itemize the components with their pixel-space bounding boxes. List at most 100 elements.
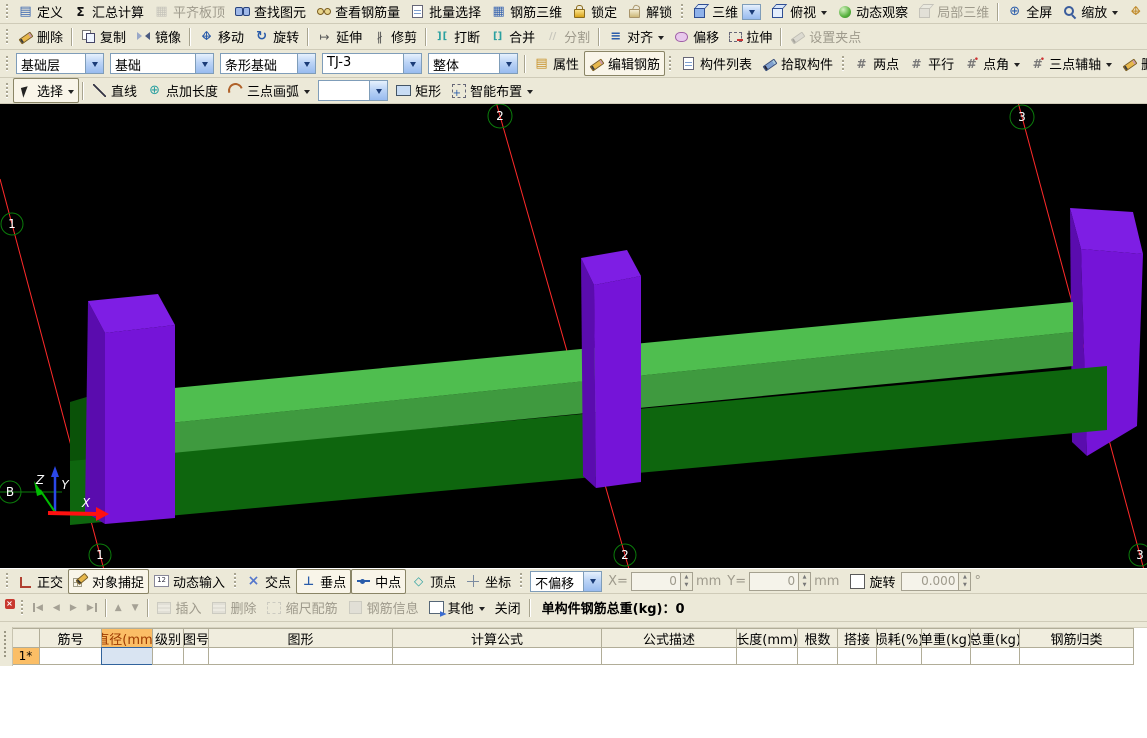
merge-button[interactable]: 合并 xyxy=(485,24,540,49)
x-coordinate-input[interactable]: 0 xyxy=(631,572,681,591)
edit-rebar-button[interactable]: 编辑钢筋 xyxy=(584,51,665,76)
model-viewport[interactable]: Z Y X 1 2 3 B 1 2 3 xyxy=(0,104,1147,568)
delete-button[interactable]: 删除 xyxy=(13,24,68,49)
toolbar-grip[interactable] xyxy=(233,573,238,589)
rotate-angle-input[interactable]: 0.000 xyxy=(901,572,959,591)
dropdown-arrow-button[interactable] xyxy=(742,4,761,20)
three-point-aux-axis-button[interactable]: 三点辅轴 xyxy=(1025,51,1117,76)
table-cell[interactable] xyxy=(208,647,393,665)
dropdown-arrow-button[interactable] xyxy=(499,54,517,73)
display-mode-select[interactable]: 整体 xyxy=(428,53,518,74)
stretch-button[interactable]: 拉伸 xyxy=(724,24,777,49)
table-header-cell-active[interactable]: 直径(mm) xyxy=(101,628,153,648)
arc-option-select[interactable] xyxy=(318,80,388,101)
vertex-snap-button[interactable]: 顶点 xyxy=(406,569,461,594)
parallel-axis-button[interactable]: 平行 xyxy=(904,51,959,76)
close-panel-icon[interactable] xyxy=(5,599,15,609)
toolbar-grip[interactable] xyxy=(5,29,10,45)
orbit-button[interactable]: 动态观察 xyxy=(832,0,913,24)
dynamic-input-button[interactable]: 动态输入 xyxy=(149,569,230,594)
dropdown-arrow-button[interactable] xyxy=(403,54,421,73)
table-cell[interactable] xyxy=(876,647,922,665)
midpoint-snap-button[interactable]: 中点 xyxy=(351,569,406,594)
table-cell[interactable] xyxy=(601,647,737,665)
spin-up-icon[interactable]: ▲ xyxy=(799,573,810,582)
column-middle[interactable] xyxy=(581,250,641,488)
table-cell[interactable] xyxy=(152,647,184,665)
table-cell[interactable] xyxy=(921,647,971,665)
row-number-cell[interactable]: 1* xyxy=(11,647,40,665)
table-header-cell[interactable]: 筋号 xyxy=(39,628,102,648)
table-header-cell[interactable]: 根数 xyxy=(797,628,838,648)
toolbar-grip[interactable] xyxy=(841,56,846,72)
rotate-checkbox[interactable] xyxy=(850,574,865,589)
component-list-button[interactable]: 构件列表 xyxy=(676,51,757,76)
table-cell[interactable] xyxy=(970,647,1020,665)
table-corner-cell[interactable] xyxy=(11,628,40,648)
table-header-cell[interactable]: 公式描述 xyxy=(601,628,737,648)
close-editor-button[interactable]: 关闭 xyxy=(490,595,526,620)
table-header-cell[interactable]: 总重(kg) xyxy=(970,628,1020,648)
object-snap-button[interactable]: 对象捕捉 xyxy=(68,569,149,594)
smart-layout-button[interactable]: 智能布置 xyxy=(446,78,538,103)
table-cell[interactable] xyxy=(797,647,838,665)
dropdown-arrow-button[interactable] xyxy=(369,81,387,100)
spin-up-icon[interactable]: ▲ xyxy=(959,573,970,582)
toolbar-grip[interactable] xyxy=(680,4,685,20)
toolbar-grip[interactable] xyxy=(5,573,10,589)
perpendicular-snap-button[interactable]: 垂点 xyxy=(296,569,351,594)
toolbar-grip[interactable] xyxy=(20,600,25,616)
break-button[interactable]: 打断 xyxy=(430,24,485,49)
table-cell[interactable] xyxy=(392,647,602,665)
pick-component-button[interactable]: 拾取构件 xyxy=(757,51,838,76)
unlock-button[interactable]: 解锁 xyxy=(622,0,677,24)
table-header-cell[interactable]: 图号 xyxy=(183,628,209,648)
table-header-cell[interactable]: 钢筋归类 xyxy=(1019,628,1134,648)
offset-button[interactable]: 偏移 xyxy=(669,24,724,49)
dropdown-arrow-button[interactable] xyxy=(583,572,601,591)
batch-select-button[interactable]: 批量选择 xyxy=(405,0,486,24)
spin-down-icon[interactable]: ▼ xyxy=(681,581,692,590)
dropdown-arrow-button[interactable] xyxy=(195,54,213,73)
floor-select[interactable]: 基础层 xyxy=(16,53,104,74)
table-left-grip[interactable] xyxy=(0,627,13,666)
mirror-button[interactable]: 镜像 xyxy=(131,24,186,49)
table-cell[interactable] xyxy=(837,647,877,665)
table-header-cell[interactable]: 级别 xyxy=(152,628,184,648)
spin-up-icon[interactable]: ▲ xyxy=(681,573,692,582)
move-button[interactable]: 移动 xyxy=(194,24,249,49)
fullscreen-button[interactable]: 全屏 xyxy=(1002,0,1057,24)
table-cell[interactable] xyxy=(183,647,209,665)
view-3d-dropdown[interactable] xyxy=(742,4,761,20)
table-header-cell[interactable]: 长度(mm) xyxy=(736,628,798,648)
component-type-select[interactable]: 条形基础 xyxy=(220,53,316,74)
summary-calc-button[interactable]: 汇总计算 xyxy=(68,0,149,24)
dropdown-arrow-button[interactable] xyxy=(297,54,315,73)
coordinate-snap-button[interactable]: 坐标 xyxy=(461,569,516,594)
rectangle-button[interactable]: 矩形 xyxy=(391,78,446,103)
y-spinner[interactable]: ▲▼ xyxy=(799,572,811,591)
copy-button[interactable]: 复制 xyxy=(76,24,131,49)
y-coordinate-input[interactable]: 0 xyxy=(749,572,799,591)
table-header-cell[interactable]: 图形 xyxy=(208,628,393,648)
dropdown-arrow-button[interactable] xyxy=(85,54,103,73)
toolbar-grip[interactable] xyxy=(5,4,10,20)
view-3d-button[interactable]: 三维 xyxy=(688,0,766,24)
offset-mode-select[interactable]: 不偏移 xyxy=(530,571,602,592)
table-header-cell[interactable]: 搭接 xyxy=(837,628,877,648)
table-header-cell[interactable]: 计算公式 xyxy=(392,628,602,648)
spin-down-icon[interactable]: ▼ xyxy=(799,581,810,590)
line-button[interactable]: 直线 xyxy=(87,78,142,103)
x-spinner[interactable]: ▲▼ xyxy=(681,572,693,591)
table-cell[interactable] xyxy=(736,647,798,665)
three-point-arc-button[interactable]: 三点画弧 xyxy=(223,78,315,103)
spin-down-icon[interactable]: ▼ xyxy=(959,581,970,590)
rotate-button[interactable]: 旋转 xyxy=(249,24,304,49)
rebar-3d-button[interactable]: 钢筋三维 xyxy=(486,0,567,24)
toolbar-grip[interactable] xyxy=(668,56,673,72)
pan-button[interactable]: 平移 xyxy=(1123,0,1147,24)
other-button[interactable]: 其他 xyxy=(424,595,490,620)
ortho-button[interactable]: 正交 xyxy=(13,569,68,594)
table-header-cell[interactable]: 单重(kg) xyxy=(921,628,971,648)
two-point-axis-button[interactable]: 两点 xyxy=(849,51,904,76)
